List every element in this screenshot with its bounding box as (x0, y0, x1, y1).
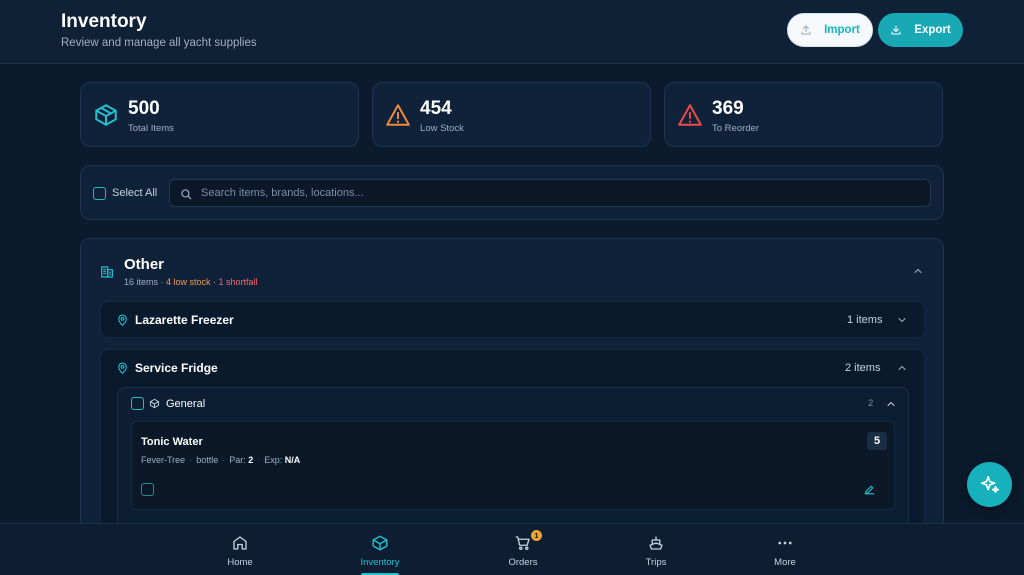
item-exp-label: Exp: (264, 455, 283, 465)
meta-dot: · (257, 455, 261, 465)
group-title: Other (124, 256, 165, 273)
box-icon (149, 398, 160, 409)
orders-badge: 1 (531, 530, 542, 541)
item-name: Tonic Water (141, 436, 203, 448)
ai-assistant-button[interactable] (967, 462, 1012, 507)
sparkle-icon (980, 475, 999, 493)
chevron-up-icon[interactable] (896, 362, 908, 374)
nav-label: Orders (508, 557, 538, 568)
search-input[interactable] (201, 184, 901, 202)
item-meta: Fever-Tree · bottle · Par: 2 · Exp: N/A (141, 455, 300, 465)
item-unit: bottle (196, 455, 219, 465)
page-title: Inventory (61, 11, 147, 32)
group-items-count: 16 items (124, 277, 159, 287)
chevron-down-icon[interactable] (896, 314, 908, 326)
box-icon (372, 535, 388, 551)
box-icon (95, 104, 117, 126)
nav-label: Inventory (360, 557, 400, 568)
summary-separator: · (210, 277, 219, 287)
meta-dot: · (222, 455, 226, 465)
location-item-count: 1 items (847, 314, 883, 326)
stat-value: 500 (128, 98, 160, 119)
cart-icon (515, 536, 530, 551)
item-par-label: Par: (229, 455, 246, 465)
edit-icon[interactable] (863, 483, 876, 496)
download-icon (891, 25, 901, 35)
nav-inventory[interactable]: Inventory (340, 524, 420, 575)
warning-icon (386, 104, 410, 126)
item-brand: Fever-Tree (141, 455, 186, 465)
nav-home[interactable]: Home (200, 524, 280, 575)
upload-icon (801, 25, 811, 35)
home-icon (233, 536, 247, 550)
stat-card-to-reorder: 369 To Reorder (664, 82, 943, 147)
map-pin-icon (118, 362, 127, 374)
location-row-service-fridge[interactable]: Service Fridge 2 items General 2 Tonic W… (100, 349, 925, 549)
alert-icon (678, 104, 702, 126)
summary-separator: · (158, 277, 167, 287)
chevron-up-icon[interactable] (885, 398, 897, 410)
location-name: Service Fridge (135, 361, 218, 375)
page-header: Inventory Review and manage all yacht su… (0, 0, 1024, 64)
nav-label: Trips (645, 557, 667, 568)
page-subtitle: Review and manage all yacht supplies (61, 37, 257, 49)
category-count: 2 (868, 398, 874, 409)
stat-card-total-items: 500 Total Items (80, 82, 359, 147)
nav-more[interactable]: More (745, 524, 825, 575)
search-icon (181, 189, 192, 200)
chevron-up-icon[interactable] (912, 265, 924, 277)
stat-label: To Reorder (712, 123, 759, 134)
nav-trips[interactable]: Trips (616, 524, 696, 575)
nav-label: Home (227, 557, 253, 568)
low-stock-count: 4 low stock (166, 277, 211, 287)
location-row-lazarette-freezer[interactable]: Lazarette Freezer 1 items (100, 301, 925, 338)
item-exp-value: N/A (284, 455, 301, 465)
stat-label: Total Items (128, 123, 174, 134)
category-group-other: Other 16 items · 4 low stock · 1 shortfa… (80, 238, 944, 549)
export-label: Export (914, 24, 951, 36)
group-summary: 16 items · 4 low stock · 1 shortfall (124, 277, 258, 287)
more-icon (778, 541, 792, 545)
item-par-value: 2 (248, 455, 254, 465)
location-item-count: 2 items (845, 362, 881, 374)
map-pin-icon (118, 314, 127, 326)
category-checkbox[interactable] (131, 397, 144, 410)
nav-orders[interactable]: 1 Orders (483, 524, 563, 575)
select-all-label[interactable]: Select All (112, 187, 157, 199)
filter-bar: Select All (80, 165, 944, 220)
location-name: Lazarette Freezer (135, 313, 234, 327)
import-button[interactable]: Import (787, 13, 873, 47)
search-field[interactable] (169, 179, 931, 207)
export-button[interactable]: Export (878, 13, 963, 47)
item-checkbox[interactable] (141, 483, 154, 496)
meta-dot: · (189, 455, 193, 465)
nav-label: More (774, 557, 796, 568)
item-quantity: 5 (867, 432, 887, 450)
select-all-checkbox[interactable] (93, 187, 106, 200)
item-card-tonic-water[interactable]: Tonic Water Fever-Tree · bottle · Par: 2 · Exp… (131, 421, 895, 510)
bottom-navigation: Home Inventory 1 Orders Trips More (0, 523, 1024, 575)
category-name: General (166, 398, 206, 410)
stat-value: 454 (420, 98, 452, 119)
import-label: Import (824, 24, 860, 36)
shortfall-count: 1 shortfall (218, 277, 258, 287)
boat-icon (649, 536, 663, 550)
stat-value: 369 (712, 98, 744, 119)
stat-label: Low Stock (420, 123, 464, 134)
stat-card-low-stock: 454 Low Stock (372, 82, 651, 147)
building-icon (101, 266, 113, 278)
